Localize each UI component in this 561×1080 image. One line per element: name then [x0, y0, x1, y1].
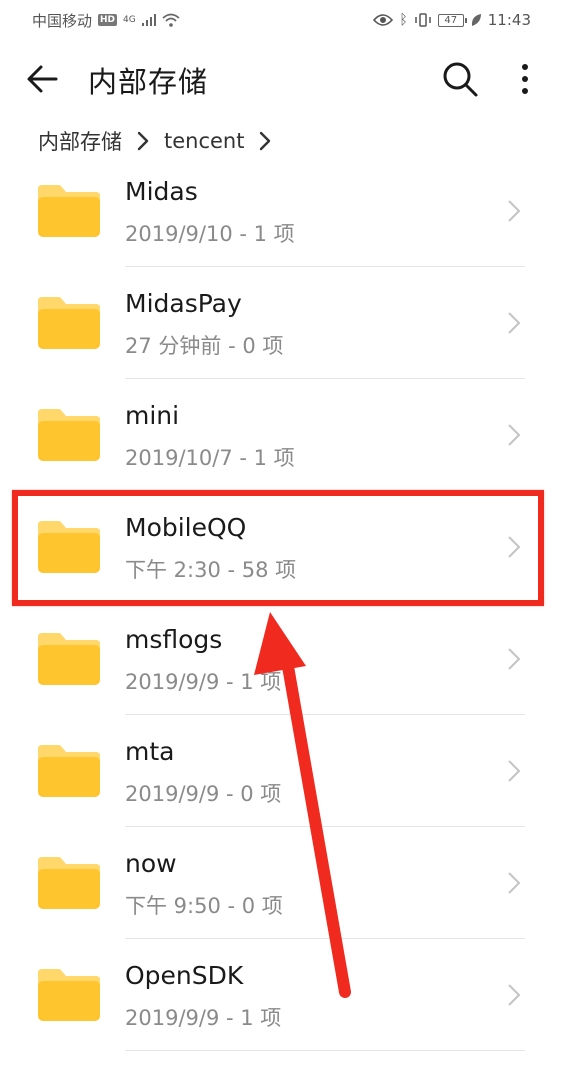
chevron-right-icon: [508, 424, 521, 446]
chevron-right-icon: [508, 984, 521, 1006]
folder-icon: [38, 745, 100, 797]
network-type: 4G: [123, 15, 136, 25]
folder-name: msflogs: [125, 625, 223, 654]
folder-icon: [38, 297, 100, 349]
folder-icon: [38, 857, 100, 909]
folder-row-msflogs[interactable]: msflogs 2019/9/9 - 1 项: [0, 603, 561, 715]
folder-name: OpenSDK: [125, 961, 244, 990]
folder-row-mta[interactable]: mta 2019/9/9 - 0 项: [0, 715, 561, 827]
wifi-icon: [162, 13, 180, 27]
top-app-bar: 内部存储: [0, 45, 561, 115]
more-vertical-icon[interactable]: [510, 59, 540, 99]
annotation-highlight-box: [12, 490, 544, 606]
breadcrumb-item-tencent[interactable]: tencent: [164, 129, 244, 153]
folder-row-opensdk[interactable]: OpenSDK 2019/9/9 - 1 项: [0, 939, 561, 1051]
folder-meta: 27 分钟前 - 0 项: [125, 334, 284, 358]
breadcrumb-item-internal-storage[interactable]: 内部存储: [38, 126, 122, 156]
hd-badge: HD: [98, 14, 118, 26]
folder-name: mta: [125, 737, 175, 766]
folder-name: mini: [125, 401, 180, 430]
bluetooth-icon: ᛒ: [399, 12, 408, 28]
folder-row-now[interactable]: now 下午 9:50 - 0 项: [0, 827, 561, 939]
folder-row-mini[interactable]: mini 2019/10/7 - 1 项: [0, 379, 561, 491]
status-left: 中国移动 HD 4G: [32, 10, 180, 31]
breadcrumb: 内部存储 tencent: [38, 124, 274, 158]
folder-name: now: [125, 849, 177, 878]
folder-meta: 2019/9/10 - 1 项: [125, 222, 295, 246]
folder-icon: [38, 633, 100, 685]
folder-row-midaspay[interactable]: MidasPay 27 分钟前 - 0 项: [0, 267, 561, 379]
status-right: ᛒ 47 11:43: [373, 11, 531, 29]
battery-indicator: 47: [437, 13, 467, 27]
folder-row-midas[interactable]: Midas 2019/9/10 - 1 项: [0, 155, 561, 267]
folder-meta: 2019/9/9 - 1 项: [125, 1006, 282, 1030]
folder-meta: 下午 9:50 - 0 项: [125, 894, 283, 918]
clock: 11:43: [487, 11, 531, 29]
status-bar: 中国移动 HD 4G ᛒ 47 11:43: [0, 0, 561, 40]
folder-meta: 2019/9/9 - 0 项: [125, 782, 282, 806]
eye-icon: [373, 14, 394, 26]
chevron-right-icon: [260, 131, 271, 151]
vibrate-icon: [415, 13, 431, 27]
folder-icon: [38, 409, 100, 461]
chevron-right-icon: [137, 131, 149, 151]
chevron-right-icon: [508, 872, 521, 894]
folder-icon: [38, 185, 100, 237]
chevron-right-icon: [508, 648, 521, 670]
folder-meta: 2019/9/9 - 1 项: [125, 670, 282, 694]
chevron-right-icon: [508, 760, 521, 782]
arrow-left-icon[interactable]: [24, 61, 60, 97]
search-icon[interactable]: [440, 59, 480, 99]
signal-icon: [141, 14, 156, 26]
page-title: 内部存储: [88, 65, 209, 99]
chevron-right-icon: [508, 200, 521, 222]
divider: [125, 1050, 525, 1051]
folder-name: Midas: [125, 177, 198, 206]
carrier-label: 中国移动: [32, 11, 93, 30]
folder-name: MidasPay: [125, 289, 242, 318]
folder-icon: [38, 969, 100, 1021]
leaf-icon: [471, 14, 481, 26]
chevron-right-icon: [508, 312, 521, 334]
folder-meta: 2019/10/7 - 1 项: [125, 446, 295, 470]
